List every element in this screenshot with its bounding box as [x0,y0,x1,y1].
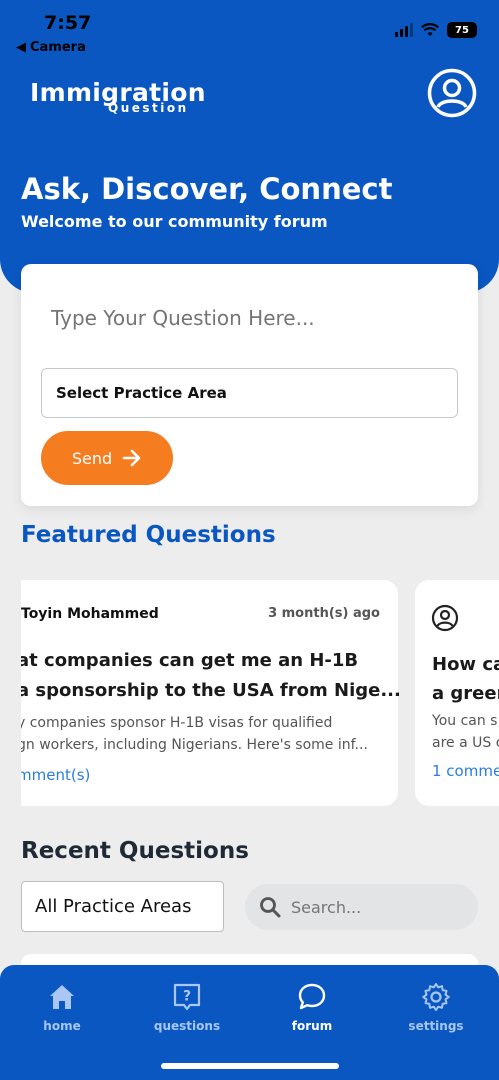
featured-carousel[interactable]: Toyin Mohammed 3 month(s) ago at compani… [21,580,499,808]
comments-link[interactable]: mment(s) [21,766,90,784]
question-title: at companies can get me an H-1B a sponso… [21,646,401,706]
nav-questions[interactable]: ? questions [142,981,232,1033]
nav-forum-label: forum [291,1019,333,1033]
comments-link[interactable]: 1 commen [432,762,499,780]
question-title-line: How ca [432,654,499,675]
back-label: Camera [30,40,86,55]
home-icon [50,985,74,1009]
practice-area-select[interactable]: Select Practice Area [41,368,458,418]
signal-icon [395,23,413,37]
arrow-right-icon [122,449,141,467]
question-title: How ca a green [432,650,499,708]
nav-questions-label: questions [153,1019,221,1033]
featured-questions-heading: Featured Questions [21,522,276,548]
nav-settings-label: settings [408,1019,464,1033]
question-excerpt-line: are a US c [432,735,499,751]
question-time: 3 month(s) ago [268,606,380,621]
page-title: Ask, Discover, Connect [21,172,393,206]
question-author: Toyin Mohammed [21,606,159,622]
practice-area-filter[interactable]: All Practice Areas [21,881,224,932]
back-arrow-icon: ◀ [16,40,26,55]
question-excerpt-line: gn workers, including Nigerians. Here's … [21,737,368,753]
chat-icon [298,983,326,1010]
svg-text:?: ? [183,989,191,1005]
battery-icon: 75 [447,22,477,38]
search-bar[interactable] [245,884,478,930]
featured-question-card[interactable]: How ca a green You can s are a US c 1 co… [415,580,499,806]
app-logo: Immigration Question [30,78,206,115]
user-avatar-icon [431,604,459,632]
profile-avatar-icon[interactable] [427,68,477,118]
question-title-line: at companies can get me an H-1B [21,650,359,671]
send-label: Send [71,448,113,468]
home-indicator [161,1063,339,1069]
nav-home[interactable]: home [17,981,107,1033]
question-excerpt: You can s are a US c [432,710,499,754]
nav-forum[interactable]: forum [267,981,357,1033]
question-excerpt: y companies sponsor H-1B visas for quali… [21,712,377,756]
question-excerpt-line: You can s [432,713,498,729]
search-icon [260,897,281,918]
question-excerpt-line: y companies sponsor H-1B visas for quali… [21,715,333,731]
question-title-line: a sponsorship to the USA from Nige... [21,680,401,701]
nav-settings[interactable]: settings [391,981,481,1033]
back-to-camera[interactable]: ◀ Camera [16,40,86,55]
page-subtitle: Welcome to our community forum [21,212,328,231]
question-title-line: a green [432,683,499,704]
nav-home-label: home [43,1019,81,1033]
recent-questions-heading: Recent Questions [21,838,249,864]
status-time: 7:57 [44,12,92,34]
question-icon: ? [173,983,201,1011]
send-button[interactable]: Send [41,431,173,485]
ask-question-card: Select Practice Area Send [21,264,478,506]
gear-icon [422,983,450,1011]
featured-question-card[interactable]: Toyin Mohammed 3 month(s) ago at compani… [21,580,401,806]
question-input[interactable] [51,306,451,330]
search-input[interactable] [291,897,461,917]
status-indicators: 75 [395,22,477,38]
wifi-icon [421,23,439,36]
